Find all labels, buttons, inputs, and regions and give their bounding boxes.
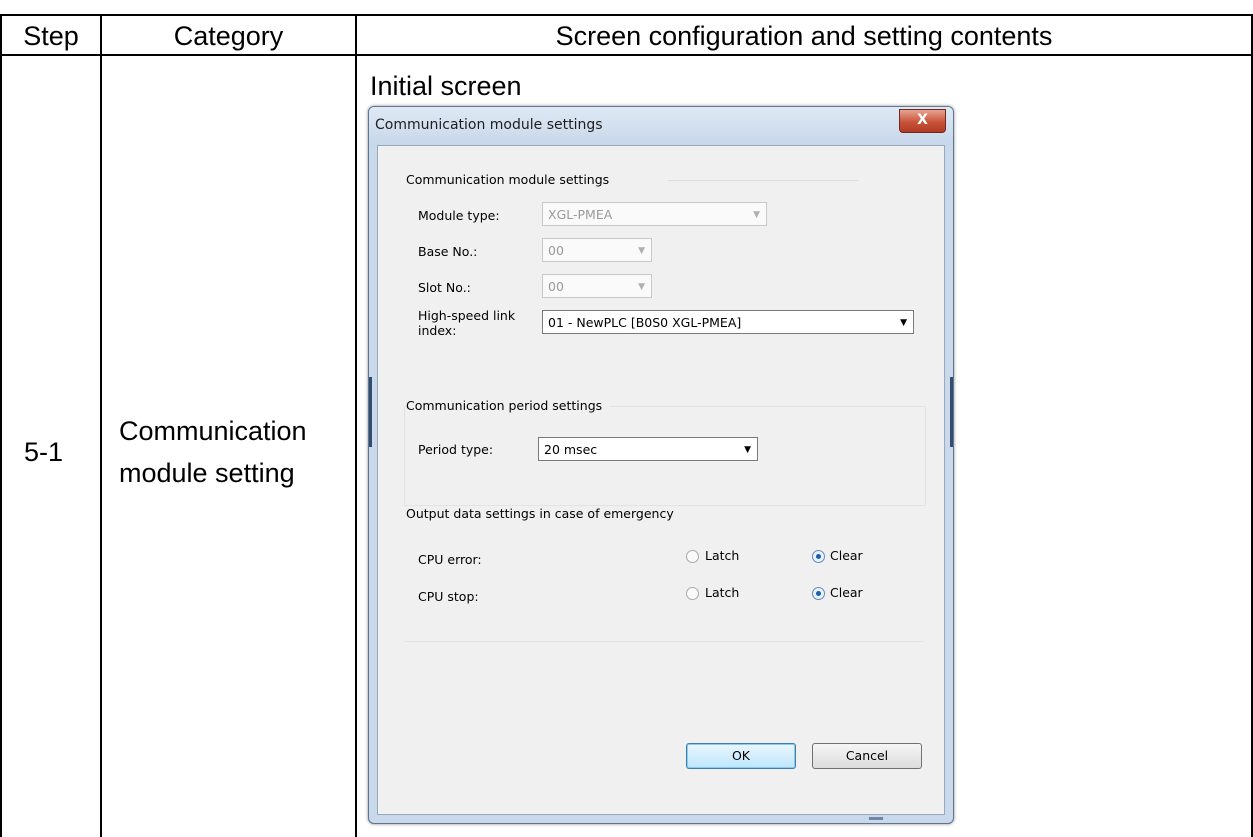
- base-no-select[interactable]: 00 ▼: [542, 238, 652, 262]
- emergency-group-title: Output data settings in case of emergenc…: [406, 506, 674, 521]
- period-group-title: Communication period settings: [406, 398, 611, 413]
- table-col-divider-1: [100, 14, 102, 837]
- close-icon: X: [917, 112, 928, 128]
- header-step: Step: [23, 21, 79, 51]
- cpu-error-clear-label: Clear: [830, 548, 863, 563]
- category-line-2: module setting: [119, 458, 295, 488]
- table-left-border: [0, 14, 2, 837]
- module-type-select[interactable]: XGL-PMEA ▼: [542, 202, 767, 226]
- hs-link-index-value: 01 - NewPLC [B0S0 XGL-PMEA]: [548, 315, 742, 330]
- period-type-label: Period type:: [418, 442, 494, 457]
- close-button[interactable]: X: [899, 109, 946, 133]
- cpu-error-latch-radio[interactable]: [686, 550, 699, 563]
- cpu-stop-latch-radio[interactable]: [686, 587, 699, 600]
- window-edge-right: [950, 377, 953, 447]
- cpu-stop-latch-label: Latch: [705, 585, 740, 600]
- chevron-down-icon: ▼: [638, 282, 645, 292]
- chevron-down-icon: ▼: [638, 246, 645, 256]
- emergency-group-separator: [404, 641, 924, 642]
- window-edge-left: [369, 377, 372, 447]
- header-category: Category: [173, 21, 284, 51]
- period-type-value: 20 msec: [544, 442, 598, 457]
- slot-no-select[interactable]: 00 ▼: [542, 274, 652, 298]
- communication-module-settings-dialog: Communication module settings X Communic…: [368, 106, 954, 824]
- chevron-down-icon: ▼: [753, 210, 760, 220]
- resize-grip-icon[interactable]: [869, 817, 883, 820]
- module-type-label: Module type:: [418, 208, 500, 223]
- slot-no-value: 00: [548, 279, 564, 294]
- category-line-1: Communication: [119, 416, 307, 446]
- cpu-stop-clear-label: Clear: [830, 585, 863, 600]
- module-type-value: XGL-PMEA: [548, 207, 613, 222]
- ok-button[interactable]: OK: [686, 743, 796, 769]
- chevron-down-icon: ▼: [744, 445, 751, 455]
- base-no-label: Base No.:: [418, 244, 478, 259]
- hs-link-index-select[interactable]: 01 - NewPLC [B0S0 XGL-PMEA] ▼: [542, 310, 914, 334]
- cpu-error-latch-label: Latch: [705, 548, 740, 563]
- header-contents: Screen configuration and setting content…: [555, 21, 1053, 51]
- cpu-error-label: CPU error:: [418, 552, 482, 567]
- hs-link-label-line1: High-speed link: [418, 308, 516, 323]
- chevron-down-icon: ▼: [900, 318, 907, 328]
- cpu-stop-label: CPU stop:: [418, 589, 479, 604]
- period-type-select[interactable]: 20 msec ▼: [538, 437, 758, 461]
- slot-no-label: Slot No.:: [418, 280, 471, 295]
- table-col-divider-2: [355, 14, 357, 837]
- step-number: 5-1: [24, 437, 64, 467]
- dialog-titlebar: Communication module settings X: [369, 107, 953, 145]
- hs-link-label-line2: index:: [418, 323, 457, 338]
- hs-link-label: High-speed link index:: [418, 308, 515, 338]
- base-no-value: 00: [548, 243, 564, 258]
- module-group-line: [668, 180, 858, 181]
- module-group-title: Communication module settings: [406, 172, 610, 187]
- dialog-title: Communication module settings: [375, 117, 603, 133]
- cancel-button[interactable]: Cancel: [812, 743, 922, 769]
- table-header-divider: [0, 54, 1253, 56]
- screen-caption: Initial screen: [370, 71, 522, 101]
- cpu-stop-clear-radio[interactable]: [812, 587, 825, 600]
- dialog-client-area: Communication module settings Module typ…: [377, 145, 945, 815]
- cpu-error-clear-radio[interactable]: [812, 550, 825, 563]
